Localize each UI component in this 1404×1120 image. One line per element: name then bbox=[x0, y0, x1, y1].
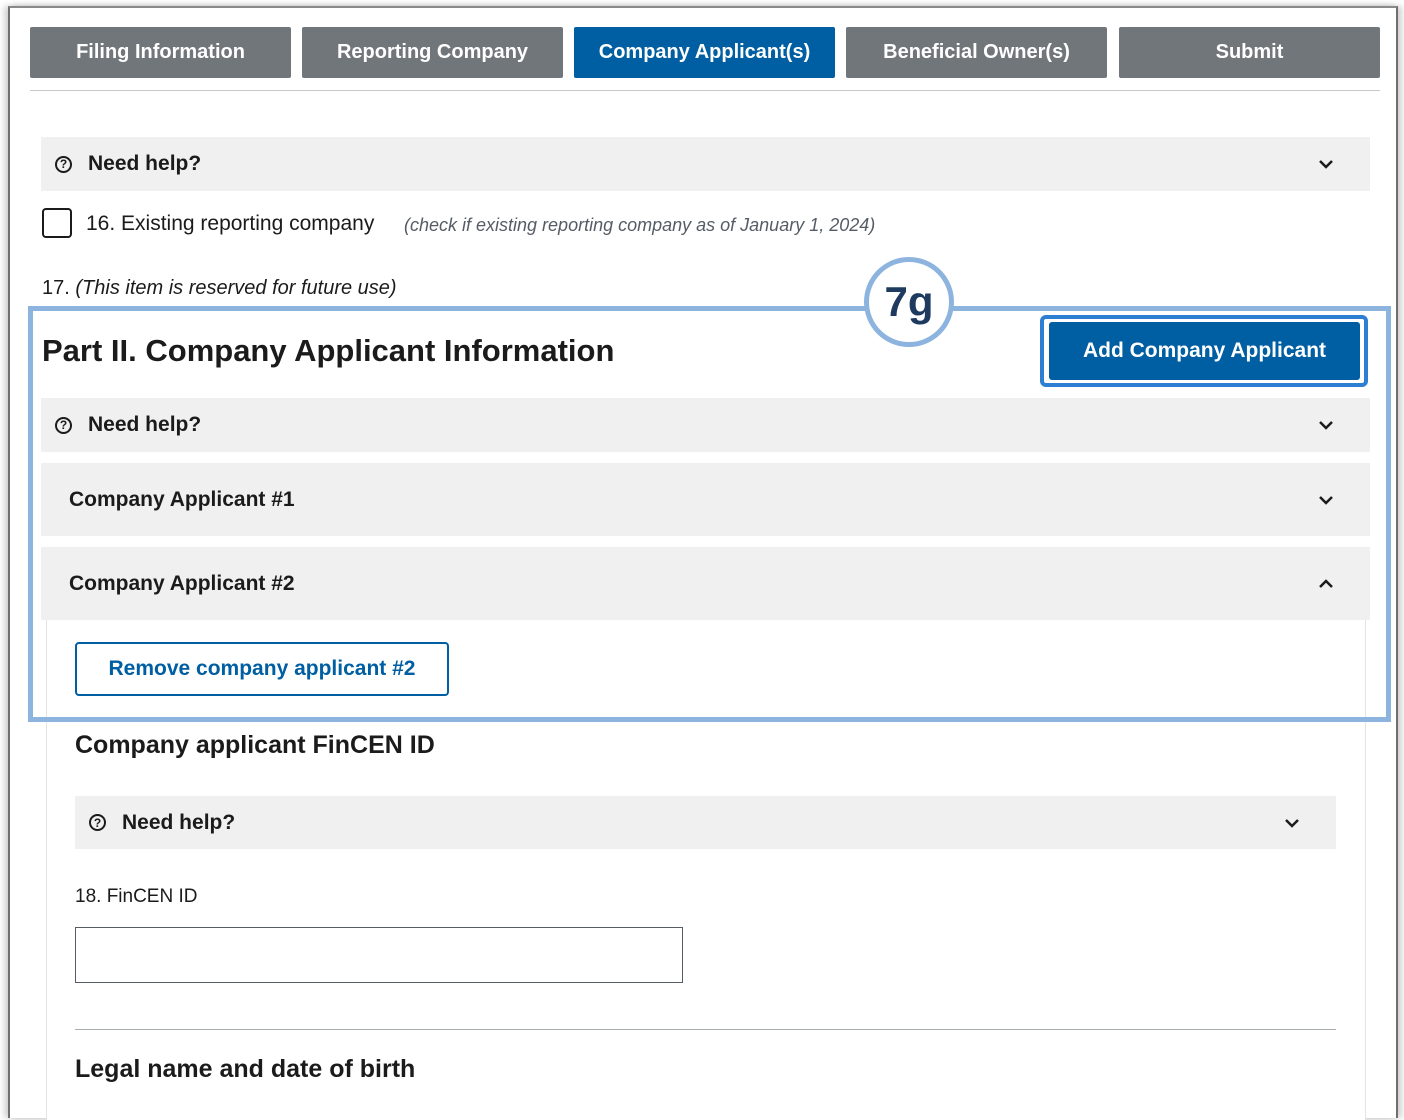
item-17-number: 17. bbox=[42, 277, 70, 299]
existing-reporting-company-checkbox[interactable] bbox=[42, 208, 72, 238]
item-17-note: (This item is reserved for future use) bbox=[75, 277, 397, 299]
fincen-id-heading: Company applicant FinCEN ID bbox=[75, 731, 435, 759]
fincen-id-label: 18. FinCEN ID bbox=[75, 886, 198, 907]
legal-name-heading: Legal name and date of birth bbox=[75, 1055, 416, 1083]
step-tabs: Filing Information Reporting Company Com… bbox=[30, 27, 1380, 78]
tab-beneficial-owners[interactable]: Beneficial Owner(s) bbox=[846, 27, 1107, 78]
need-help-accordion-fincen[interactable]: ? Need help? bbox=[75, 796, 1336, 849]
need-help-accordion[interactable]: ? Need help? bbox=[41, 137, 1370, 191]
need-help-label: Need help? bbox=[122, 810, 236, 834]
section-divider bbox=[75, 1029, 1336, 1030]
tab-company-applicants[interactable]: Company Applicant(s) bbox=[574, 27, 835, 78]
existing-reporting-company-hint: (check if existing reporting company as … bbox=[404, 215, 876, 235]
question-circle-icon: ? bbox=[89, 814, 106, 831]
fincen-id-input[interactable] bbox=[75, 927, 683, 983]
tab-filing-information[interactable]: Filing Information bbox=[30, 27, 291, 78]
tabs-divider bbox=[30, 90, 1380, 91]
annotation-badge: 7g bbox=[864, 257, 954, 347]
tab-submit[interactable]: Submit bbox=[1119, 27, 1380, 78]
chevron-down-icon bbox=[1318, 156, 1334, 172]
item-17-text: 17. (This item is reserved for future us… bbox=[42, 277, 397, 300]
chevron-down-icon bbox=[1284, 815, 1300, 831]
existing-reporting-company-label: 16. Existing reporting company bbox=[86, 212, 375, 235]
need-help-label: Need help? bbox=[88, 152, 202, 175]
tab-reporting-company[interactable]: Reporting Company bbox=[302, 27, 563, 78]
annotation-highlight-box bbox=[28, 306, 1391, 722]
question-circle-icon: ? bbox=[55, 155, 72, 173]
